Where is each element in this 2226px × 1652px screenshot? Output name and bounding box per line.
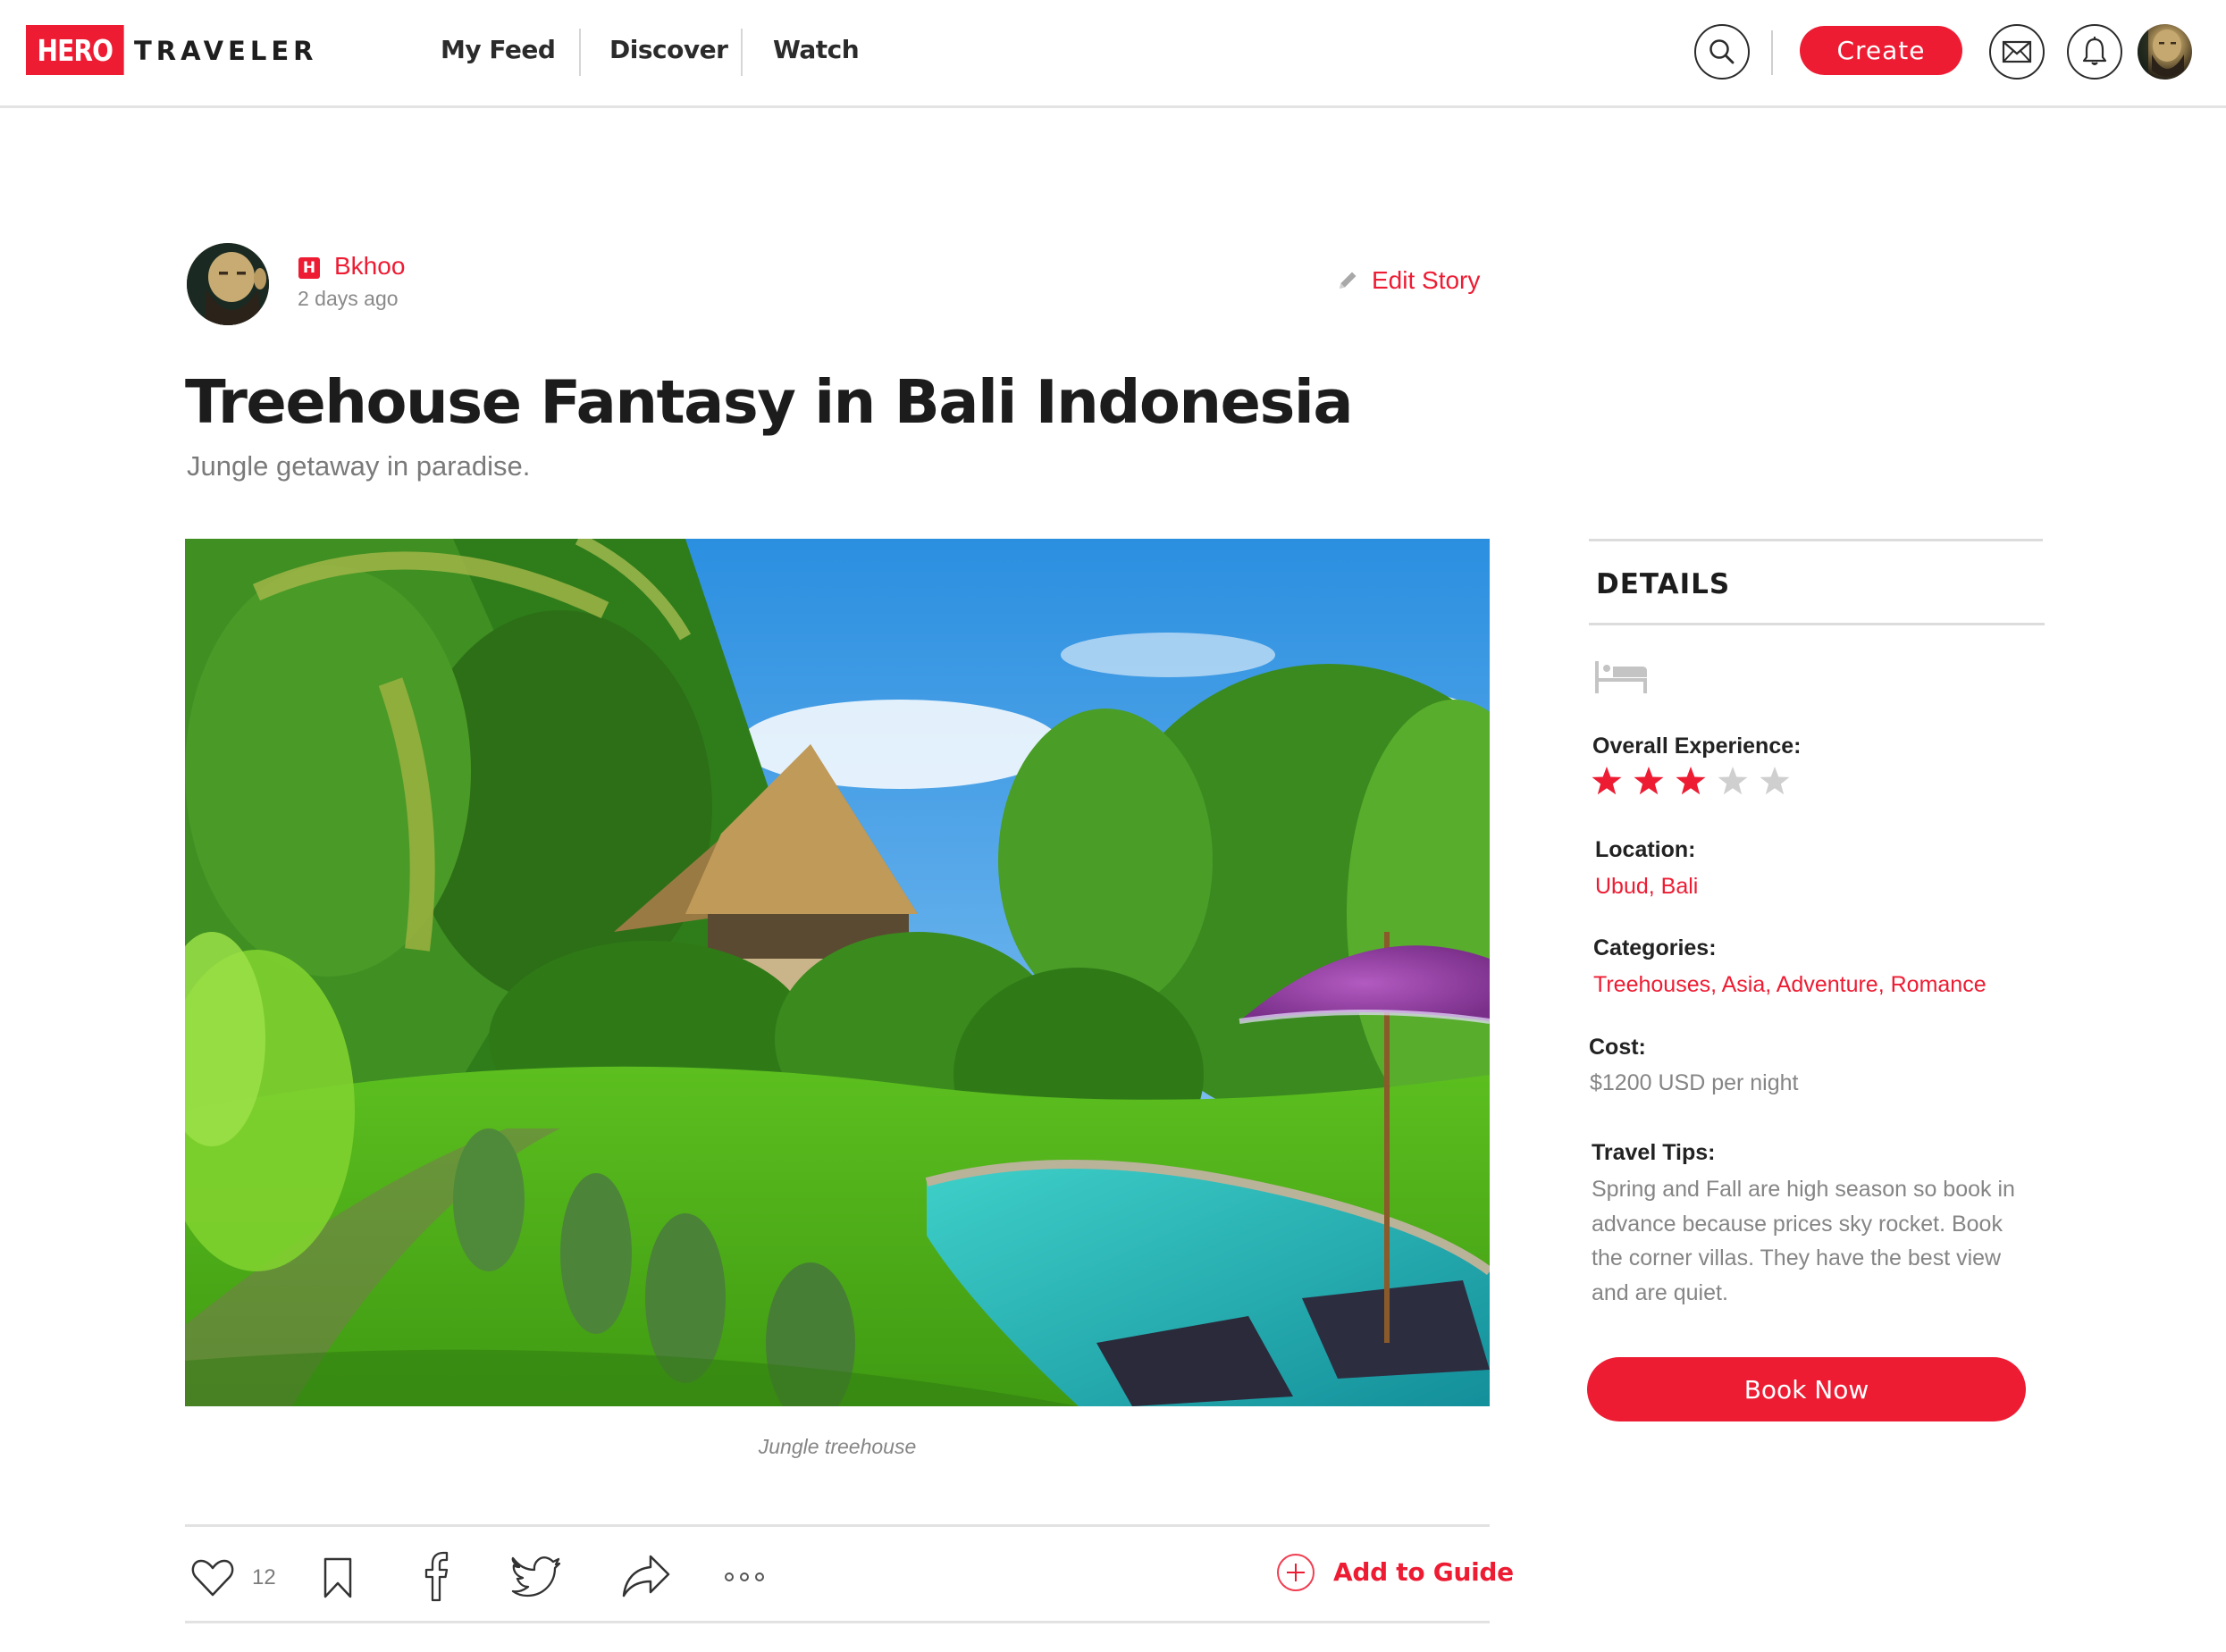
bed-icon bbox=[1595, 661, 1649, 698]
star-empty-icon bbox=[1760, 767, 1790, 795]
location-label: Location: bbox=[1595, 837, 1696, 862]
nav-divider bbox=[741, 29, 743, 76]
user-avatar[interactable] bbox=[2138, 24, 2192, 80]
create-button[interactable]: Create bbox=[1800, 26, 1962, 75]
avatar-face-icon bbox=[2138, 24, 2184, 80]
star-empty-icon bbox=[1718, 767, 1748, 795]
location-link[interactable]: Ubud, Bali bbox=[1595, 871, 1698, 901]
logo-text[interactable]: TRAVELER bbox=[134, 36, 317, 66]
messages-button[interactable] bbox=[1989, 24, 2045, 80]
facebook-icon bbox=[424, 1551, 449, 1602]
categories-links[interactable]: Treehouses, Asia, Adventure, Romance bbox=[1593, 969, 1987, 1000]
share-icon bbox=[622, 1555, 670, 1597]
notifications-button[interactable] bbox=[2067, 24, 2122, 80]
more-icon bbox=[725, 1572, 764, 1581]
pencil-icon bbox=[1340, 272, 1357, 289]
cost-label: Cost: bbox=[1589, 1035, 1646, 1060]
nav-watch[interactable]: Watch bbox=[773, 32, 860, 68]
plus-circle-icon bbox=[1277, 1554, 1315, 1591]
add-to-guide-label: Add to Guide bbox=[1333, 1557, 1514, 1587]
post-timestamp: 2 days ago bbox=[298, 287, 399, 310]
details-heading: DETAILS bbox=[1596, 568, 1731, 600]
overall-experience-label: Overall Experience: bbox=[1592, 734, 1802, 759]
star-filled-icon bbox=[1592, 767, 1622, 795]
jungle-treehouse-photo bbox=[185, 539, 1490, 1406]
action-bar-top-divider bbox=[185, 1524, 1490, 1527]
logo-badge[interactable]: HERO bbox=[26, 25, 124, 75]
top-nav-bar: HERO TRAVELER My Feed Discover Watch Cre… bbox=[0, 0, 2226, 108]
twitter-icon bbox=[511, 1556, 561, 1597]
travel-tips-label: Travel Tips: bbox=[1592, 1140, 1716, 1165]
search-icon bbox=[1709, 39, 1735, 64]
image-caption: Jungle treehouse bbox=[758, 1435, 917, 1458]
search-button[interactable] bbox=[1694, 24, 1750, 80]
travel-tips-text: Spring and Fall are high season so book … bbox=[1592, 1177, 2015, 1305]
rating-stars bbox=[1591, 765, 1791, 797]
star-filled-icon bbox=[1634, 767, 1664, 795]
story-subtitle: Jungle getaway in paradise. bbox=[187, 450, 531, 482]
action-bar-bottom-divider bbox=[185, 1621, 1490, 1623]
like-button[interactable] bbox=[190, 1557, 235, 1598]
more-options-button[interactable] bbox=[724, 1568, 765, 1586]
star-filled-icon bbox=[1676, 767, 1706, 795]
edit-story-button[interactable]: Edit Story bbox=[1336, 264, 1480, 297]
details-top-divider bbox=[1589, 539, 2043, 541]
header-divider bbox=[1771, 30, 1773, 75]
edit-story-label: Edit Story bbox=[1372, 266, 1481, 294]
twitter-share-button[interactable] bbox=[509, 1553, 561, 1599]
book-now-button[interactable]: Book Now bbox=[1587, 1357, 2026, 1421]
mail-icon bbox=[2002, 40, 2032, 63]
share-button[interactable] bbox=[620, 1553, 672, 1599]
avatar-face-icon bbox=[187, 243, 269, 325]
story-hero-image[interactable] bbox=[185, 539, 1490, 1406]
story-title: Treehouse Fantasy in Bali Indonesia bbox=[185, 367, 1354, 437]
bookmark-button[interactable] bbox=[321, 1556, 355, 1599]
bell-icon bbox=[2082, 37, 2107, 65]
nav-discover[interactable]: Discover bbox=[609, 32, 728, 68]
hero-badge-icon: H bbox=[298, 257, 320, 279]
author-name-link[interactable]: Bkhoo bbox=[334, 250, 405, 282]
nav-my-feed[interactable]: My Feed bbox=[441, 32, 556, 68]
author-avatar[interactable] bbox=[187, 243, 269, 325]
cost-value: $1200 USD per night bbox=[1590, 1070, 1799, 1095]
like-count: 12 bbox=[252, 1565, 276, 1589]
details-bottom-divider bbox=[1589, 623, 2045, 625]
categories-label: Categories: bbox=[1593, 935, 1717, 960]
nav-divider bbox=[579, 29, 581, 76]
facebook-share-button[interactable] bbox=[420, 1550, 452, 1602]
add-to-guide-button[interactable]: Add to Guide bbox=[1276, 1553, 1514, 1592]
bookmark-icon bbox=[323, 1557, 352, 1598]
heart-icon bbox=[191, 1559, 234, 1597]
